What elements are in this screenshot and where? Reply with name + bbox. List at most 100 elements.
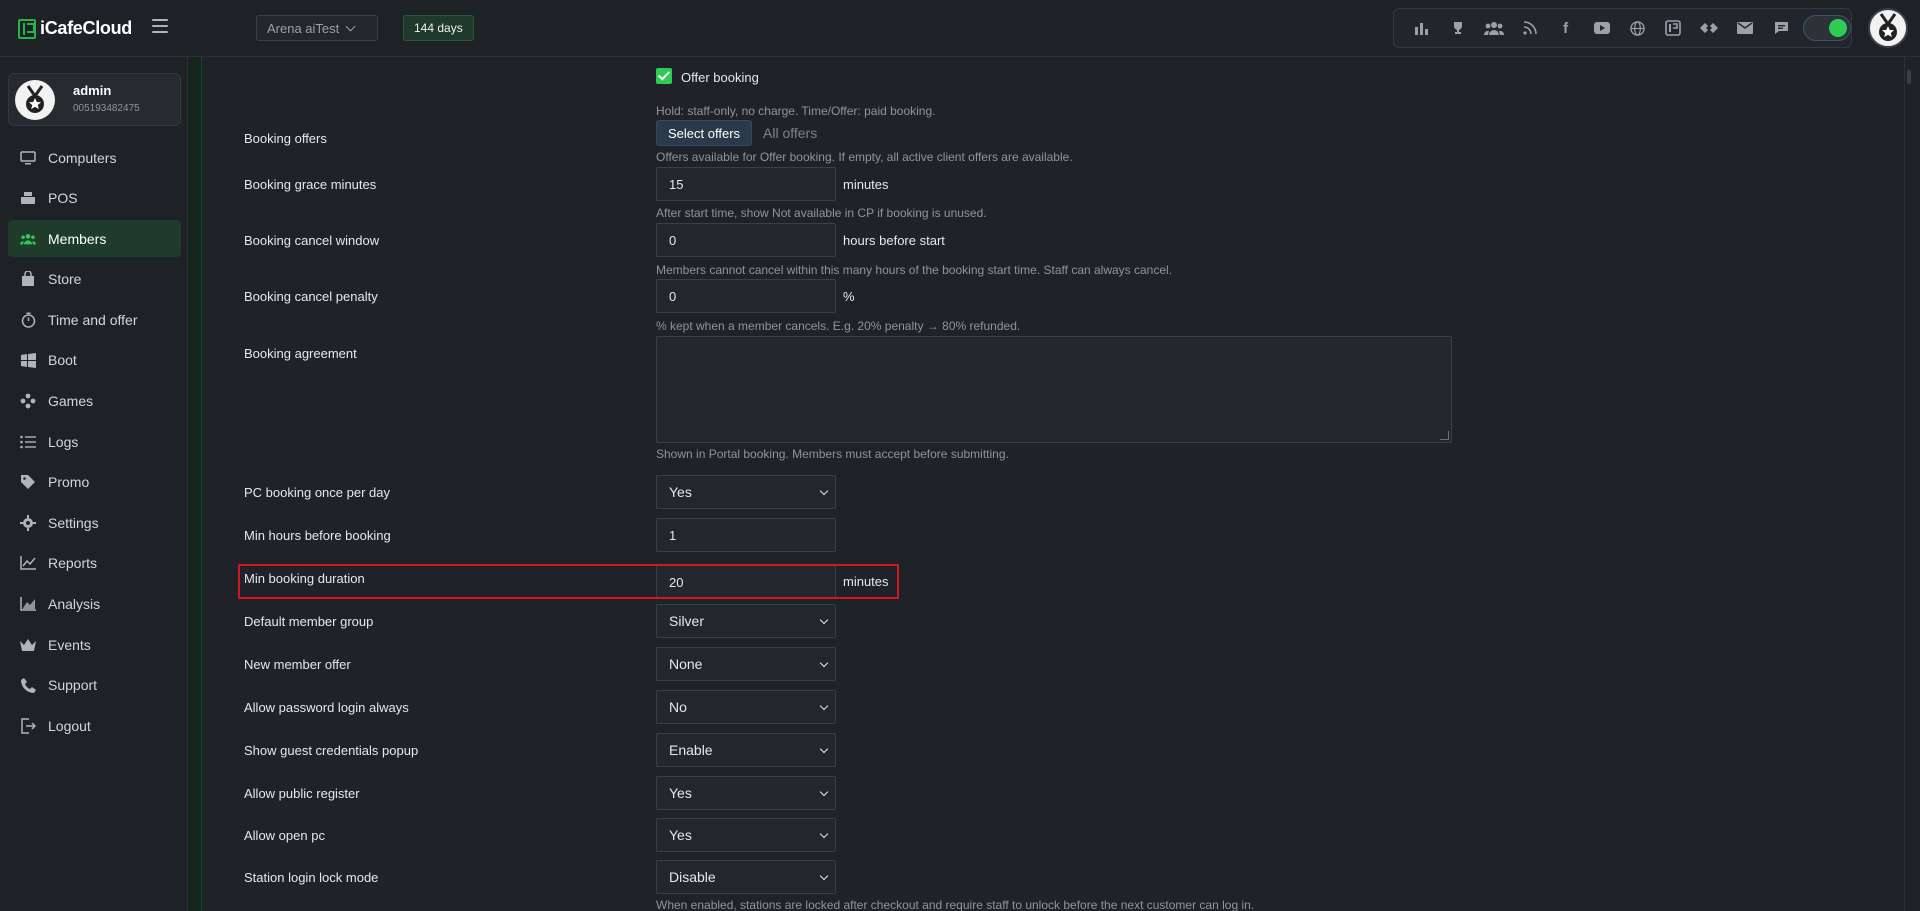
- select-offers-button[interactable]: Select offers: [656, 120, 753, 146]
- offer-booking-checkbox[interactable]: [656, 68, 672, 84]
- app-logo[interactable]: iCafeCloud: [18, 18, 132, 39]
- app-name: iCafeCloud: [40, 18, 133, 38]
- station-lock-select[interactable]: Disable: [656, 860, 836, 894]
- password-login-select[interactable]: No: [656, 690, 836, 724]
- scrollbar[interactable]: [1904, 57, 1920, 911]
- logs-icon: [20, 434, 36, 450]
- facebook-icon[interactable]: f: [1548, 13, 1584, 43]
- chevron-down-icon: [819, 829, 829, 839]
- sidebar-item-label: Computers: [48, 149, 117, 166]
- sidebar-item-label: Analysis: [48, 596, 101, 613]
- chevron-down-icon: [819, 787, 829, 797]
- sidebar-item-logs[interactable]: Logs: [8, 423, 181, 460]
- select-value: Enable: [669, 742, 713, 758]
- grace-minutes-input[interactable]: 15: [656, 167, 836, 201]
- chart-line-icon: [20, 555, 36, 571]
- select-value: No: [669, 699, 687, 715]
- user-name: admin: [73, 83, 112, 98]
- default-group-label: Default member group: [244, 614, 374, 629]
- monitor-icon: [20, 150, 36, 166]
- select-value: Disable: [669, 869, 716, 885]
- new-member-offer-label: New member offer: [244, 657, 351, 672]
- youtube-icon[interactable]: [1584, 13, 1620, 43]
- avatar: [15, 80, 55, 120]
- min-hours-before-input[interactable]: 1: [656, 518, 836, 552]
- chevron-down-icon: [819, 701, 829, 711]
- sidebar-item-analysis[interactable]: Analysis: [8, 586, 181, 623]
- chevron-down-icon: [345, 21, 356, 31]
- timer-icon: [20, 312, 36, 328]
- sidebar-item-computers[interactable]: Computers: [8, 139, 181, 176]
- sidebar-item-members[interactable]: Members: [8, 220, 181, 258]
- chat-icon[interactable]: [1763, 13, 1799, 43]
- min-duration-input[interactable]: 20: [656, 565, 836, 599]
- sidebar-item-support[interactable]: Support: [8, 667, 181, 704]
- agreement-textarea[interactable]: [656, 336, 1452, 443]
- guest-popup-select[interactable]: Enable: [656, 733, 836, 767]
- sidebar-item-label: Logs: [48, 433, 79, 450]
- cancel-penalty-help: % kept when a member cancels. E.g. 20% p…: [656, 319, 1021, 333]
- icafe-logo-icon: [18, 18, 36, 39]
- sidebar-item-boot[interactable]: Boot: [8, 342, 181, 379]
- booking-offers-help: Offers available for Offer booking. If e…: [656, 150, 1073, 164]
- new-member-offer-select[interactable]: None: [656, 647, 836, 681]
- offer-booking-label: Offer booking: [681, 70, 759, 85]
- sidebar-item-label: Store: [48, 271, 82, 288]
- sidebar-item-time-and-offer[interactable]: Time and offer: [8, 301, 181, 338]
- sidebar-item-label: Reports: [48, 555, 98, 572]
- cancel-penalty-input[interactable]: 0: [656, 279, 836, 313]
- sidebar-item-events[interactable]: Events: [8, 626, 181, 663]
- theme-toggle[interactable]: [1803, 15, 1852, 41]
- select-value: Yes: [669, 827, 692, 843]
- grace-minutes-label: Booking grace minutes: [244, 177, 377, 192]
- scrollbar-thumb[interactable]: [1907, 70, 1911, 84]
- sidebar-item-label: Boot: [48, 352, 77, 369]
- sidebar-item-store[interactable]: Store: [8, 261, 181, 298]
- menu-toggle-icon[interactable]: [152, 19, 168, 33]
- sidebar: admin 005193482475 Computers POS Members…: [0, 57, 188, 911]
- sidebar-item-pos[interactable]: POS: [8, 180, 181, 217]
- sidebar-item-label: Events: [48, 636, 91, 653]
- avatar[interactable]: [1868, 8, 1908, 48]
- user-card[interactable]: admin 005193482475: [8, 73, 181, 126]
- chevron-down-icon: [819, 744, 829, 754]
- mail-icon[interactable]: [1727, 13, 1763, 43]
- guest-popup-label: Show guest credentials popup: [244, 743, 419, 758]
- logout-icon: [20, 718, 36, 734]
- leaderboard-icon[interactable]: [1404, 13, 1440, 43]
- agreement-label: Booking agreement: [244, 346, 357, 361]
- sidebar-item-promo[interactable]: Promo: [8, 464, 181, 501]
- sidebar-item-logout[interactable]: Logout: [8, 707, 181, 744]
- shop-selector[interactable]: Arena aiTest: [256, 15, 378, 41]
- tool-icon[interactable]: [1691, 13, 1727, 43]
- sidebar-item-reports[interactable]: Reports: [8, 545, 181, 582]
- sidebar-item-settings[interactable]: Settings: [8, 504, 181, 541]
- agreement-help: Shown in Portal booking. Members must ac…: [656, 447, 1009, 461]
- icafe-icon[interactable]: [1655, 13, 1691, 43]
- sidebar-item-label: Logout: [48, 717, 91, 734]
- public-register-label: Allow public register: [244, 786, 360, 801]
- sidebar-item-label: Members: [48, 230, 107, 247]
- open-pc-label: Allow open pc: [244, 828, 325, 843]
- trophy-icon[interactable]: [1440, 13, 1476, 43]
- cancel-window-input[interactable]: 0: [656, 223, 836, 257]
- station-lock-label: Station login lock mode: [244, 870, 379, 885]
- sidebar-item-label: Settings: [48, 514, 99, 531]
- open-pc-select[interactable]: Yes: [656, 818, 836, 852]
- pc-once-per-day-select[interactable]: Yes: [656, 475, 836, 509]
- public-register-select[interactable]: Yes: [656, 776, 836, 810]
- min-duration-label: Min booking duration: [244, 571, 365, 586]
- select-value: Yes: [669, 484, 692, 500]
- default-group-select[interactable]: Silver: [656, 604, 836, 638]
- users-icon[interactable]: [1476, 13, 1512, 43]
- sidebar-item-label: POS: [48, 190, 78, 207]
- globe-icon[interactable]: [1620, 13, 1656, 43]
- sidebar-item-games[interactable]: Games: [8, 383, 181, 420]
- header-toolbar: f: [1393, 8, 1852, 48]
- user-id: 005193482475: [73, 103, 140, 114]
- rss-icon[interactable]: [1512, 13, 1548, 43]
- pc-once-per-day-label: PC booking once per day: [244, 485, 390, 500]
- sidebar-divider: [188, 57, 202, 911]
- sidebar-item-label: Games: [48, 393, 94, 410]
- cancel-window-help: Members cannot cancel within this many h…: [656, 263, 1173, 277]
